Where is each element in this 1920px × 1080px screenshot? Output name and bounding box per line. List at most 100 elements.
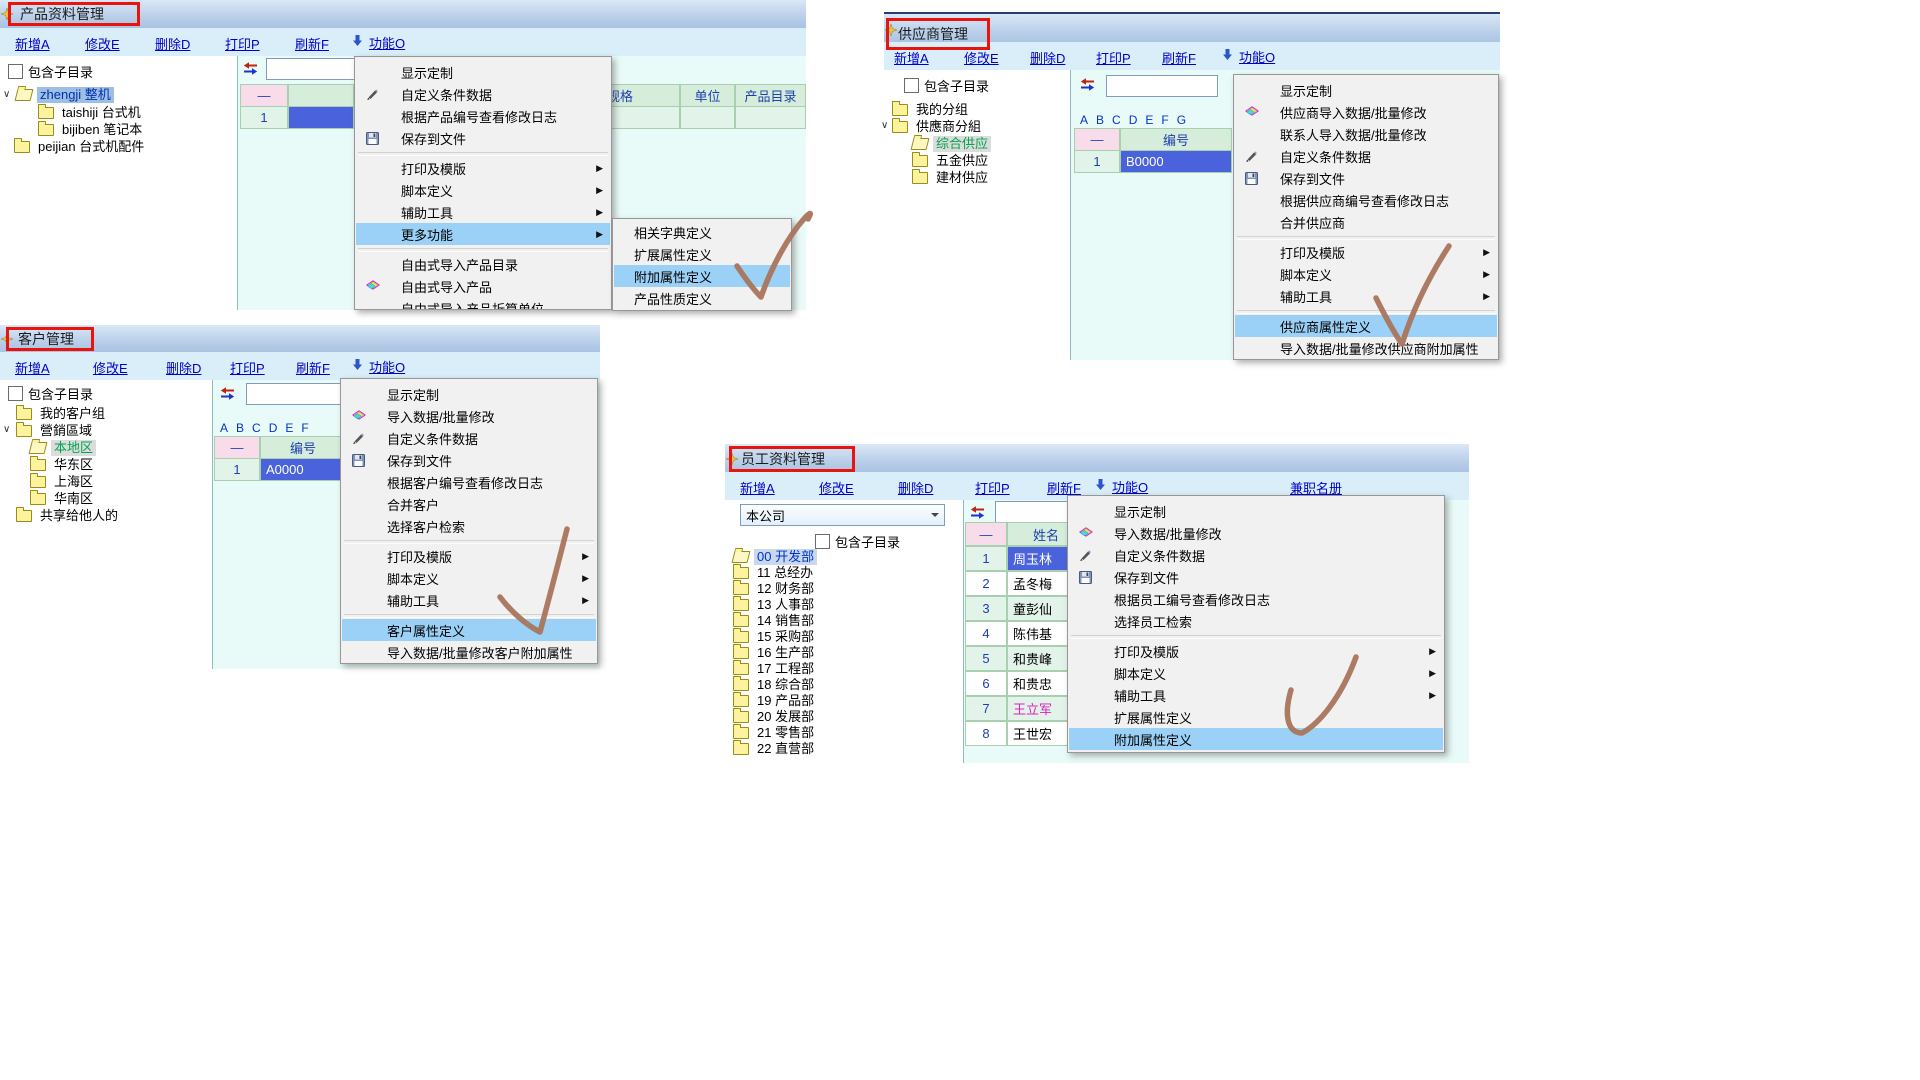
column-filter-letter[interactable]: A [220, 421, 228, 435]
menubar-new[interactable]: 新增A [15, 358, 50, 377]
expand-icon[interactable]: ∨ [881, 121, 888, 131]
menu-item-display-custom[interactable]: 显示定制 [356, 61, 610, 83]
company-select[interactable]: 本公司 [740, 504, 945, 526]
menu-item-free-import-catalog[interactable]: 自由式导入产品目录 [356, 253, 610, 275]
menubar-refresh[interactable]: 刷新F [1162, 48, 1196, 67]
expand-icon[interactable]: ∨ [3, 425, 10, 435]
column-filter-letter[interactable]: E [1145, 113, 1153, 127]
tree-node-marketing-region[interactable]: 營銷區域 [16, 422, 95, 439]
tree-node-dept[interactable]: 11 总经办 [733, 564, 816, 581]
menu-item-view-log[interactable]: 根据供应商编号查看修改日志 [1235, 189, 1497, 211]
tree-node-east[interactable]: 华东区 [30, 456, 96, 473]
menubar-delete[interactable]: 删除D [155, 34, 190, 53]
menu-item-print-template[interactable]: 打印及模版▶ [1069, 640, 1443, 662]
selected-cell[interactable]: B0000 [1120, 150, 1232, 173]
menubar-delete[interactable]: 删除D [898, 478, 933, 497]
menu-item-more-functions[interactable]: 更多功能▶ [356, 223, 610, 245]
menu-item-contact-import[interactable]: 联系人导入数据/批量修改 [1235, 123, 1497, 145]
column-filter-letter[interactable]: C [252, 421, 261, 435]
tree-node-supplier-group[interactable]: 供應商分組 [892, 118, 984, 135]
include-subdir-checkbox[interactable] [904, 78, 919, 93]
menu-item-merge-supplier[interactable]: 合并供应商 [1235, 211, 1497, 233]
include-subdir-checkbox[interactable] [8, 386, 23, 401]
tree-node-building-material[interactable]: 建材供应 [912, 169, 991, 186]
menu-item-additional-attr[interactable]: 附加属性定义 [1069, 728, 1443, 750]
tree-node-dept[interactable]: 19 产品部 [733, 692, 817, 709]
menu-item-print-template[interactable]: 打印及模版▶ [342, 545, 596, 567]
column-filter-letter[interactable]: G [1177, 113, 1186, 127]
tree-node-peijian[interactable]: peijian 台式机配件 [14, 138, 147, 155]
menu-item-custom-condition[interactable]: 自定义条件数据 [1069, 544, 1443, 566]
search-input[interactable] [1106, 75, 1218, 97]
tree-node-dept[interactable]: 18 综合部 [733, 676, 817, 693]
menu-item-supplier-import[interactable]: 供应商导入数据/批量修改 [1235, 101, 1497, 123]
menu-item-view-log[interactable]: 根据产品编号查看修改日志 [356, 105, 610, 127]
menu-item-tools[interactable]: 辅助工具▶ [1069, 684, 1443, 706]
submenu-item-additional-attr[interactable]: 附加属性定义 [614, 265, 790, 287]
tree-node-dept[interactable]: 21 零售部 [733, 724, 817, 741]
menubar-print[interactable]: 打印P [230, 358, 265, 377]
menubar-function[interactable]: 功能O [1222, 47, 1275, 66]
tree-node-dept[interactable]: 22 直营部 [733, 740, 817, 757]
menubar-edit[interactable]: 修改E [93, 358, 128, 377]
menu-item-merge-customer[interactable]: 合并客户 [342, 493, 596, 515]
menu-item-display-custom[interactable]: 显示定制 [342, 383, 596, 405]
column-filter-letter[interactable]: C [1112, 113, 1121, 127]
menu-item-display-custom[interactable]: 显示定制 [1069, 500, 1443, 522]
menu-item-script[interactable]: 脚本定义▶ [1069, 662, 1443, 684]
menu-item-custom-condition[interactable]: 自定义条件数据 [356, 83, 610, 105]
tree-node-comprehensive[interactable]: 综合供应 [912, 135, 991, 152]
menu-item-import[interactable]: 导入数据/批量修改 [342, 405, 596, 427]
menu-item-save-file[interactable]: 保存到文件 [342, 449, 596, 471]
menu-item-tools[interactable]: 辅助工具▶ [342, 589, 596, 611]
menu-item-save-file[interactable]: 保存到文件 [1235, 167, 1497, 189]
tree-node-my-group[interactable]: 我的分组 [892, 101, 971, 118]
tree-node-zhengji[interactable]: zhengji 整机 [16, 86, 114, 103]
column-filter-letter[interactable]: A [1080, 113, 1088, 127]
include-subdir-checkbox[interactable] [815, 534, 830, 549]
menubar-function[interactable]: 功能O [352, 33, 405, 52]
menu-item-free-import-product[interactable]: 自由式导入产品 [356, 275, 610, 297]
column-filter-letter[interactable]: F [1161, 113, 1168, 127]
menubar-edit[interactable]: 修改E [964, 48, 999, 67]
menubar-print[interactable]: 打印P [975, 478, 1010, 497]
submenu-item-extended-attr[interactable]: 扩展属性定义 [614, 243, 790, 265]
column-filter-letter[interactable]: E [285, 421, 293, 435]
menubar-new[interactable]: 新增A [15, 34, 50, 53]
tree-node-shared[interactable]: 共享给他人的 [16, 507, 121, 524]
menu-item-script[interactable]: 脚本定义▶ [356, 179, 610, 201]
tree-node-dept[interactable]: 17 工程部 [733, 660, 817, 677]
tree-node-local[interactable]: 本地区 [30, 439, 96, 456]
tree-node-bijiben[interactable]: bijiben 笔记本 [38, 121, 145, 138]
menu-item-supplier-attr-def[interactable]: 供应商属性定义 [1235, 315, 1497, 337]
menubar-delete[interactable]: 删除D [1030, 48, 1065, 67]
menubar-print[interactable]: 打印P [225, 34, 260, 53]
tree-node-my-customers[interactable]: 我的客户组 [16, 405, 108, 422]
menu-item-view-log[interactable]: 根据客户编号查看修改日志 [342, 471, 596, 493]
menu-item-tools[interactable]: 辅助工具▶ [1235, 285, 1497, 307]
menubar-refresh[interactable]: 刷新F [295, 34, 329, 53]
search-input[interactable] [246, 383, 346, 405]
submenu-item-product-nature[interactable]: 产品性质定义 [614, 287, 790, 309]
column-filter-letter[interactable]: F [301, 421, 308, 435]
menubar-new[interactable]: 新增A [740, 478, 775, 497]
menu-item-extended-attr[interactable]: 扩展属性定义 [1069, 706, 1443, 728]
menu-item-free-import-unit[interactable]: 自由式导入产品折算单位 [356, 297, 610, 310]
menu-item-save-file[interactable]: 保存到文件 [1069, 566, 1443, 588]
menu-item-print-template[interactable]: 打印及模版▶ [356, 157, 610, 179]
tree-node-south[interactable]: 华南区 [30, 490, 96, 507]
tree-node-shanghai[interactable]: 上海区 [30, 473, 96, 490]
menu-item-script[interactable]: 脚本定义▶ [342, 567, 596, 589]
tree-node-taishiji[interactable]: taishiji 台式机 [38, 104, 144, 121]
swap-columns-icon[interactable] [220, 387, 235, 405]
menubar-function[interactable]: 功能O [1095, 477, 1148, 496]
tree-node-dept[interactable]: 00 开发部 [733, 548, 817, 565]
menu-item-import[interactable]: 导入数据/批量修改 [1069, 522, 1443, 544]
tree-node-dept[interactable]: 16 生产部 [733, 644, 817, 661]
menubar-edit[interactable]: 修改E [819, 478, 854, 497]
column-filter-letter[interactable]: D [1129, 113, 1138, 127]
tree-node-hardware[interactable]: 五金供应 [912, 152, 991, 169]
menu-item-view-log[interactable]: 根据员工编号查看修改日志 [1069, 588, 1443, 610]
selected-cell[interactable]: A0000 [260, 458, 346, 481]
tree-node-dept[interactable]: 15 采购部 [733, 628, 817, 645]
